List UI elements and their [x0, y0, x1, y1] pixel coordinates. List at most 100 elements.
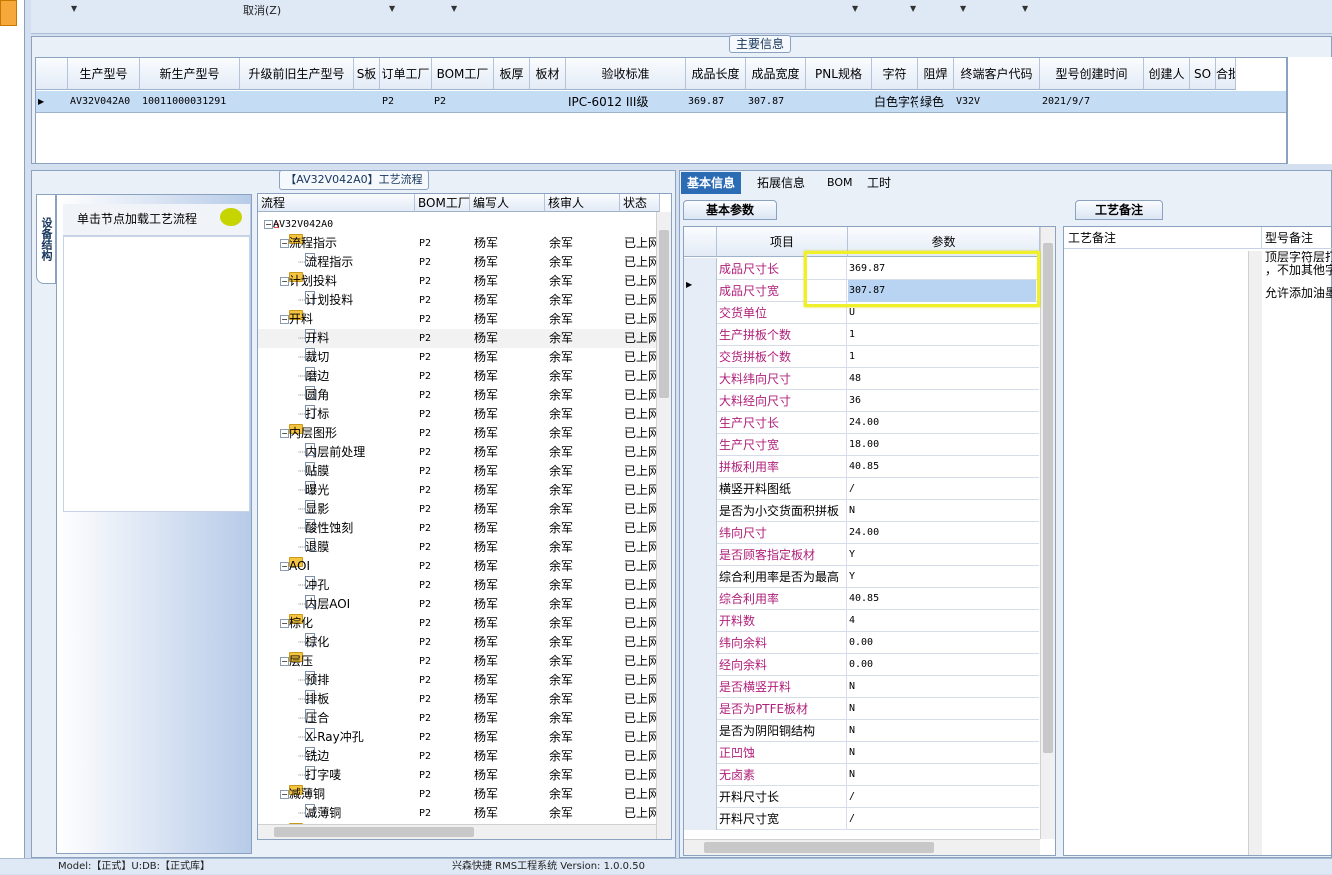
tree-node[interactable]: ┈ 显影 P2 杨军 余军 已上网	[258, 500, 658, 519]
dropdown-arrow-icon[interactable]: ▼	[960, 4, 966, 13]
tree-node[interactable]: − 计划投料 P2 杨军 余军 已上网	[258, 272, 658, 291]
tree-node[interactable]: ┈ 打标 P2 杨军 余军 已上网	[258, 405, 658, 424]
column-header[interactable]: 核审人	[545, 194, 620, 212]
tree-node[interactable]: − ⌂ AV32V042A0	[258, 215, 658, 234]
tree-node[interactable]: ┈ 冲孔 P2 杨军 余军 已上网	[258, 576, 658, 595]
tree-node[interactable]: ┈ 贴膜 P2 杨军 余军 已上网	[258, 462, 658, 481]
param-row[interactable]: 是否为阴阳铜结构 N	[684, 720, 1039, 742]
column-header[interactable]: 流程	[258, 194, 415, 212]
column-header[interactable]: 成品宽度	[746, 58, 806, 90]
tree-vertical-scrollbar[interactable]	[656, 212, 671, 839]
tree-node[interactable]: − 流程指示 P2 杨军 余军 已上网	[258, 234, 658, 253]
tree-node[interactable]: ┈ 酸性蚀刻 P2 杨军 余军 已上网	[258, 519, 658, 538]
table-cell[interactable]: P2	[382, 91, 432, 113]
param-row[interactable]: 经向余料 0.00	[684, 654, 1039, 676]
column-header[interactable]: 型号创建时间	[1040, 58, 1144, 90]
column-header[interactable]: 订单工厂	[380, 58, 432, 90]
column-header[interactable]: 状态	[620, 194, 660, 212]
collapse-icon[interactable]: −	[280, 277, 289, 286]
param-value[interactable]: Y	[848, 566, 1036, 588]
collapse-icon[interactable]: −	[280, 562, 289, 571]
param-value[interactable]: N	[848, 764, 1036, 786]
param-row[interactable]: 正凹蚀 N	[684, 742, 1039, 764]
param-value[interactable]: N	[848, 698, 1036, 720]
collapse-icon[interactable]: −	[280, 790, 289, 799]
table-cell[interactable]	[1218, 91, 1236, 113]
table-cell[interactable]: IPC-6012 III级	[568, 91, 686, 113]
tree-node[interactable]: − 内层图形 P2 杨军 余军 已上网	[258, 424, 658, 443]
table-cell[interactable]: 白色字符	[874, 91, 918, 113]
tree-node[interactable]: ┈ 排板 P2 杨军 余军 已上网	[258, 690, 658, 709]
table-cell[interactable]	[1192, 91, 1216, 113]
param-value[interactable]: 18.00	[848, 434, 1036, 456]
tab-extended-info[interactable]: 拓展信息	[751, 172, 811, 194]
tree-node[interactable]: − 开料 P2 杨军 余军 已上网	[258, 310, 658, 329]
dropdown-arrow-icon[interactable]: ▼	[451, 4, 457, 13]
tree-node[interactable]: ┈ 打字唛 P2 杨军 余军 已上网	[258, 766, 658, 785]
dropdown-arrow-icon[interactable]: ▼	[71, 4, 77, 13]
param-row[interactable]: 大料经向尺寸 36	[684, 390, 1039, 412]
tree-node[interactable]: ┈ 开料 P2 杨军 余军 已上网	[258, 329, 658, 348]
column-header[interactable]: 验收标准	[566, 58, 686, 90]
column-header[interactable]: 板厚	[494, 58, 530, 90]
column-header[interactable]: 新生产型号	[140, 58, 240, 90]
dropdown-arrow-icon[interactable]: ▼	[389, 4, 395, 13]
param-value[interactable]: 0.00	[848, 632, 1036, 654]
table-cell[interactable]: P2	[434, 91, 494, 113]
table-cell[interactable]	[242, 91, 354, 113]
param-row[interactable]: 生产尺寸宽 18.00	[684, 434, 1039, 456]
tree-node[interactable]: ┈ 退膜 P2 杨军 余军 已上网	[258, 538, 658, 557]
cancel-button[interactable]: 取消(Z)	[243, 2, 281, 18]
column-header[interactable]: 阻焊	[918, 58, 954, 90]
column-header[interactable]: 板材	[530, 58, 566, 90]
tab-bom[interactable]: BOM	[821, 172, 859, 194]
param-value[interactable]: 40.85	[848, 456, 1036, 478]
param-value[interactable]: Y	[848, 544, 1036, 566]
tab-work-hours[interactable]: 工时	[861, 172, 897, 194]
tree-node[interactable]: ┈ 内层AOI P2 杨军 余军 已上网	[258, 595, 658, 614]
column-header[interactable]: BOM工厂	[415, 194, 470, 212]
param-row[interactable]: 生产尺寸长 24.00	[684, 412, 1039, 434]
collapse-icon[interactable]: −	[280, 239, 289, 248]
param-value[interactable]: 1	[848, 346, 1036, 368]
param-row[interactable]: 是否为小交货面积拼板 N	[684, 500, 1039, 522]
tree-node[interactable]: ┈ 内层前处理 P2 杨军 余军 已上网	[258, 443, 658, 462]
table-cell[interactable]: 绿色	[920, 91, 954, 113]
column-header[interactable]: 字符	[872, 58, 918, 90]
table-cell[interactable]	[356, 91, 380, 113]
column-header[interactable]: 合批	[1216, 58, 1236, 90]
column-header[interactable]: 生产型号	[68, 58, 140, 90]
param-value[interactable]: 4	[848, 610, 1036, 632]
collapse-icon[interactable]: −	[280, 657, 289, 666]
param-row[interactable]: 是否为PTFE板材 N	[684, 698, 1039, 720]
scroll-thumb[interactable]	[274, 827, 474, 837]
param-value[interactable]: N	[848, 720, 1036, 742]
tree-node[interactable]: ┈ 圆角 P2 杨军 余军 已上网	[258, 386, 658, 405]
tree-node[interactable]: ┈ 棕化 P2 杨军 余军 已上网	[258, 633, 658, 652]
vertical-tab-equipment[interactable]: 设备结构	[36, 194, 56, 284]
param-horizontal-scrollbar[interactable]	[684, 839, 1040, 855]
param-row[interactable]: 开料尺寸长 /	[684, 786, 1039, 808]
tree-node[interactable]: − 减薄铜 P2 杨军 余军 已上网	[258, 785, 658, 804]
param-row[interactable]: 无卤素 N	[684, 764, 1039, 786]
param-row[interactable]: 综合利用率 40.85	[684, 588, 1039, 610]
notes-scrollbar[interactable]	[1248, 251, 1262, 855]
column-header[interactable]: 升级前旧生产型号	[240, 58, 354, 90]
tree-node[interactable]: − AOI P2 杨军 余军 已上网	[258, 557, 658, 576]
tree-node[interactable]: − 层压 P2 杨军 余军 已上网	[258, 652, 658, 671]
param-value[interactable]: 48	[848, 368, 1036, 390]
param-value[interactable]: N	[848, 500, 1036, 522]
table-cell[interactable]	[1146, 91, 1190, 113]
scroll-thumb[interactable]	[659, 230, 669, 398]
table-cell[interactable]: 307.87	[748, 91, 806, 113]
column-header[interactable]: 终端客户代码	[954, 58, 1040, 90]
param-row[interactable]: 是否顾客指定板材 Y	[684, 544, 1039, 566]
dropdown-arrow-icon[interactable]: ▼	[1022, 4, 1028, 13]
column-header[interactable]: SO	[1190, 58, 1216, 90]
table-cell[interactable]: AV32V042A0	[70, 91, 140, 113]
column-header[interactable]: 创建人	[1144, 58, 1190, 90]
param-value[interactable]: N	[848, 676, 1036, 698]
column-header[interactable]: PNL规格	[806, 58, 872, 90]
param-row[interactable]: 综合利用率是否为最高 Y	[684, 566, 1039, 588]
dropdown-arrow-icon[interactable]: ▼	[852, 4, 858, 13]
